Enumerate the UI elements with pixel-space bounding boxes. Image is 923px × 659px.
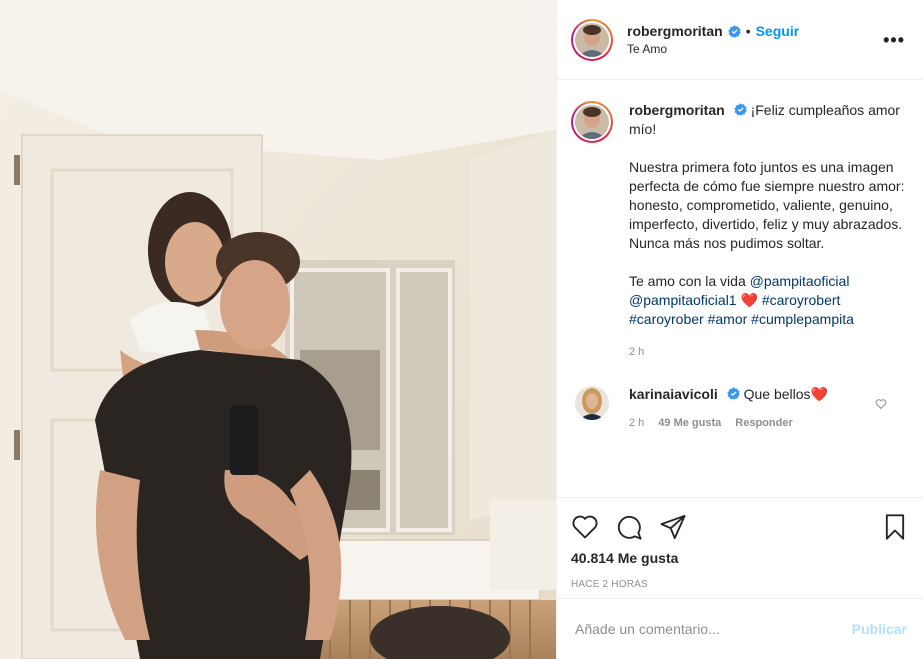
likes-count[interactable]: 40.814 Me gusta (571, 550, 909, 566)
post-location[interactable]: Te Amo (627, 42, 881, 56)
follow-button[interactable]: Seguir (756, 23, 800, 39)
author-avatar[interactable] (571, 18, 613, 61)
heart-emoji: ❤️ (740, 292, 758, 308)
more-options-icon[interactable]: ••• (881, 31, 907, 49)
avatar-photo-icon (575, 105, 609, 139)
verified-badge-icon (733, 103, 747, 116)
instagram-post: robergmoritan • Seguir Te Amo ••• roberg… (0, 0, 923, 659)
heart-emoji: ❤️ (810, 386, 828, 402)
caption-username[interactable]: robergmoritan (629, 102, 725, 118)
author-username[interactable]: robergmoritan (627, 23, 723, 39)
hashtag-link[interactable]: #caroyrober (629, 311, 704, 327)
post-caption: robergmoritan ¡Feliz cumpleaños amor mío… (571, 101, 907, 362)
comment-timestamp[interactable]: 2 h (629, 417, 644, 429)
commenter-avatar[interactable] (575, 386, 609, 420)
caption-mentions: Te amo con la vida @pampitaoficial @pamp… (629, 272, 907, 329)
mention-link[interactable]: @pampitaoficial (750, 273, 850, 289)
caption-timestamp[interactable]: 2 h (629, 343, 907, 362)
comment-body: karinaiavicoli Que bellos❤️ 2 h 49 Me gu… (629, 386, 907, 429)
reply-button[interactable]: Responder (735, 417, 792, 429)
action-icons (571, 498, 909, 552)
comment-meta: 2 h 49 Me gusta Responder (629, 417, 907, 429)
hashtag-link[interactable]: #caroyrobert (762, 292, 841, 308)
comments-section[interactable]: robergmoritan ¡Feliz cumpleaños amor mío… (557, 81, 923, 496)
caption-author-avatar[interactable] (571, 101, 613, 143)
verified-badge-icon (728, 24, 741, 38)
post-photo[interactable] (0, 0, 556, 659)
verified-badge-icon (726, 387, 740, 400)
share-icon[interactable] (659, 513, 687, 541)
post-header: robergmoritan • Seguir Te Amo ••• (557, 0, 923, 80)
comment-item: karinaiavicoli Que bellos❤️ 2 h 49 Me gu… (571, 386, 907, 429)
caption-paragraph: Nuestra primera foto juntos es una image… (629, 159, 905, 251)
caption-body: robergmoritan ¡Feliz cumpleaños amor mío… (629, 101, 907, 362)
hashtag-link[interactable]: #amor (708, 311, 748, 327)
mirror-selfie-photo (0, 0, 556, 659)
caption-love-text: Te amo con la vida (629, 273, 750, 289)
avatar-photo-icon (575, 22, 609, 57)
add-comment-bar: Publicar (557, 598, 923, 659)
commenter-username[interactable]: karinaiavicoli (629, 386, 718, 402)
comment-icon[interactable] (615, 513, 643, 541)
post-side-panel: robergmoritan • Seguir Te Amo ••• roberg… (556, 0, 923, 659)
bookmark-icon[interactable] (881, 513, 909, 541)
heart-icon[interactable] (571, 513, 599, 541)
post-timestamp[interactable]: HACE 2 HORAS (571, 579, 909, 590)
comment-likes[interactable]: 49 Me gusta (658, 417, 721, 429)
publish-button[interactable]: Publicar (852, 621, 907, 637)
hashtag-link[interactable]: #cumplepampita (751, 311, 854, 327)
heart-icon[interactable] (875, 398, 887, 410)
avatar-photo-icon (575, 386, 609, 420)
mention-link[interactable]: @pampitaoficial1 (629, 292, 737, 308)
comment-input[interactable] (575, 621, 852, 637)
comment-text: Que bellos (743, 386, 811, 402)
post-actions: 40.814 Me gusta HACE 2 HORAS (557, 497, 923, 590)
header-text: robergmoritan • Seguir Te Amo (627, 23, 881, 56)
separator-dot: • (745, 23, 751, 39)
